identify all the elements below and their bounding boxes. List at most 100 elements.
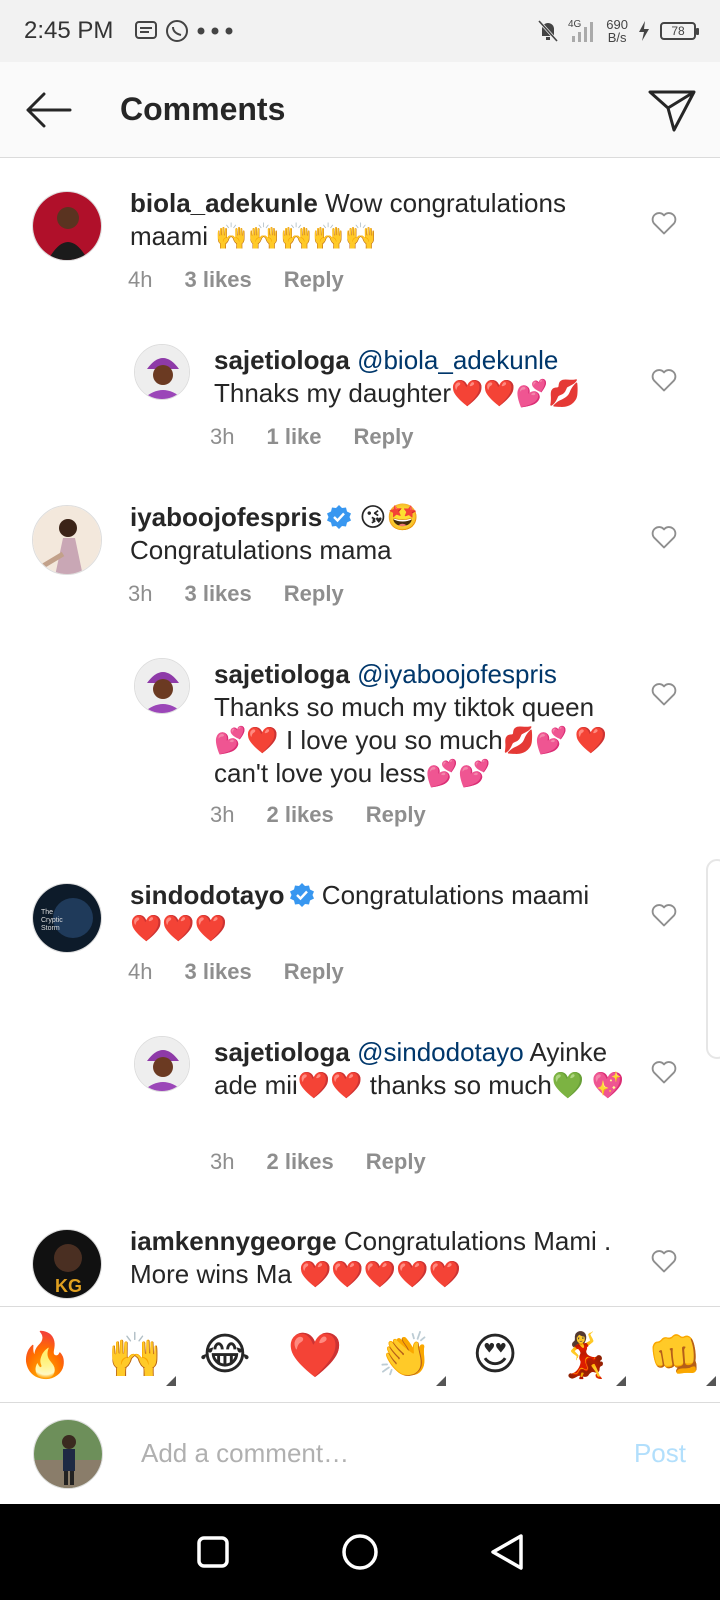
- more-dots-icon: [197, 27, 233, 35]
- comment-likes[interactable]: 3 likes: [184, 267, 251, 293]
- skin-tone-indicator-icon: [166, 1375, 176, 1386]
- signal-icon: 4G: [568, 18, 596, 44]
- post-button[interactable]: Post: [634, 1438, 686, 1469]
- emoji-heart-eyes-button[interactable]: 😍: [460, 1320, 530, 1390]
- comment-text: sajetiologa @iyaboojofespris Thanks so m…: [214, 658, 624, 790]
- mention-link[interactable]: @iyaboojofespris: [357, 659, 557, 689]
- avatar[interactable]: [32, 191, 102, 261]
- comment-text: biola_adekunle Wow congratulations maami…: [130, 187, 624, 253]
- direct-send-icon: [648, 90, 696, 131]
- comment-meta: 3h 1 like Reply: [210, 424, 413, 450]
- emoji-raised-hands-button[interactable]: 🙌: [100, 1320, 176, 1390]
- comments-list[interactable]: biola_adekunle Wow congratulations maami…: [0, 159, 720, 1306]
- skin-tone-indicator-icon: [436, 1375, 446, 1386]
- charging-icon: [638, 21, 650, 41]
- emoji-fire-button[interactable]: 🔥: [10, 1320, 80, 1390]
- reply-button[interactable]: Reply: [284, 959, 344, 985]
- avatar[interactable]: [134, 344, 190, 400]
- comment-username[interactable]: sindodotayo: [130, 880, 285, 910]
- comment-meta: 3h 2 likes Reply: [210, 802, 426, 828]
- like-heart-icon[interactable]: [650, 366, 678, 394]
- comments-header: Comments: [0, 62, 720, 158]
- reply-button[interactable]: Reply: [354, 424, 414, 450]
- svg-text:Storm: Storm: [41, 925, 60, 932]
- svg-text:Cryptic: Cryptic: [41, 917, 63, 924]
- comment-text: sajetiologa @sindodotayo Ayinke ade mii❤…: [214, 1036, 624, 1102]
- home-button[interactable]: [336, 1528, 384, 1576]
- reply-button[interactable]: Reply: [284, 267, 344, 293]
- emoji-fist-glyph: 👊: [647, 1329, 703, 1381]
- my-avatar: [33, 1418, 103, 1489]
- comment-time: 3h: [210, 424, 235, 449]
- edge-panel-handle[interactable]: [706, 859, 720, 1059]
- comment-likes[interactable]: 1 like: [266, 424, 321, 450]
- recents-square-icon: [197, 1536, 230, 1568]
- comment-time: 3h: [210, 802, 235, 827]
- comment-username[interactable]: biola_adekunle: [130, 188, 318, 218]
- avatar[interactable]: [134, 658, 190, 714]
- emoji-clap-glyph: 👏: [377, 1329, 433, 1381]
- comment-content: Thanks so much my tiktok queen 💕❤️ I lov…: [214, 692, 608, 788]
- back-button[interactable]: [0, 62, 96, 158]
- comment-username[interactable]: sajetiologa: [214, 345, 350, 375]
- comment-emojis: 😘🤩: [359, 502, 419, 532]
- comment-text: sindodotayo Congratulations maami ❤️❤️❤️: [130, 879, 624, 945]
- comment-likes[interactable]: 2 likes: [266, 802, 333, 828]
- svg-text:KG: KG: [55, 1276, 82, 1296]
- comment-username[interactable]: iyaboojofespris: [130, 502, 322, 532]
- battery-indicator: 78: [660, 22, 699, 40]
- reply-button[interactable]: Reply: [366, 1149, 426, 1175]
- emoji-fist-button[interactable]: 👊: [640, 1320, 716, 1390]
- comment-time: 3h: [210, 1149, 235, 1174]
- comment-time: 3h: [128, 581, 153, 606]
- reply-button[interactable]: Reply: [366, 802, 426, 828]
- skin-tone-indicator-icon: [616, 1375, 626, 1386]
- comment-meta: 3h 3 likes Reply: [128, 581, 344, 607]
- avatar[interactable]: KG: [32, 1229, 102, 1299]
- like-heart-icon[interactable]: [650, 1247, 678, 1275]
- emoji-heart-button[interactable]: ❤️: [280, 1320, 350, 1390]
- comment-text: iyaboojofespris 😘🤩 Congratulations mama: [130, 501, 624, 567]
- back-nav-button[interactable]: [483, 1528, 531, 1576]
- verified-badge-icon: [327, 505, 352, 529]
- emoji-clap-button[interactable]: 👏: [370, 1320, 446, 1390]
- avatar[interactable]: [134, 1036, 190, 1092]
- comment-likes[interactable]: 2 likes: [266, 1149, 333, 1175]
- comment-meta: 3h 2 likes Reply: [210, 1149, 426, 1175]
- like-heart-icon[interactable]: [650, 1058, 678, 1086]
- comment-username[interactable]: sajetiologa: [214, 659, 350, 689]
- home-circle-icon: [342, 1534, 378, 1570]
- comment-likes[interactable]: 3 likes: [184, 581, 251, 607]
- comment-input[interactable]: [141, 1438, 634, 1469]
- emoji-dancer-glyph: 💃: [557, 1329, 613, 1381]
- comment-username[interactable]: iamkennygeorge: [130, 1226, 337, 1256]
- mention-link[interactable]: @biola_adekunle: [357, 345, 558, 375]
- comment-meta: 4h 3 likes Reply: [128, 267, 344, 293]
- comment-meta: 4h 3 likes Reply: [128, 959, 344, 985]
- comment-text: sajetiologa @biola_adekunle Thnaks my da…: [214, 344, 624, 410]
- recents-button[interactable]: [189, 1528, 237, 1576]
- comment-time: 4h: [128, 959, 153, 984]
- avatar[interactable]: The Cryptic Storm: [32, 883, 102, 953]
- back-triangle-icon: [490, 1534, 523, 1570]
- emoji-dancer-button[interactable]: 💃: [550, 1320, 626, 1390]
- skin-tone-indicator-icon: [706, 1375, 716, 1386]
- system-navigation-bar: [0, 1504, 720, 1600]
- comment-likes[interactable]: 3 likes: [184, 959, 251, 985]
- page-title: Comments: [120, 91, 286, 127]
- emoji-laughing-button[interactable]: 😂: [190, 1320, 260, 1390]
- comment-content: Congratulations mama: [130, 535, 392, 565]
- avatar[interactable]: [32, 505, 102, 575]
- like-heart-icon[interactable]: [650, 901, 678, 929]
- emoji-quick-bar: 🔥 🙌 😂 ❤️ 👏 😍 💃 👊: [0, 1306, 720, 1402]
- like-heart-icon[interactable]: [650, 209, 678, 237]
- like-heart-icon[interactable]: [650, 523, 678, 551]
- mention-link[interactable]: @sindodotayo: [357, 1037, 524, 1067]
- verified-badge-icon: [289, 883, 314, 907]
- comment-text: iamkennygeorge Congratulations Mami . Mo…: [130, 1225, 624, 1291]
- comment-username[interactable]: sajetiologa: [214, 1037, 350, 1067]
- like-heart-icon[interactable]: [650, 680, 678, 708]
- reply-button[interactable]: Reply: [284, 581, 344, 607]
- share-button[interactable]: [624, 62, 720, 158]
- back-arrow-icon: [26, 92, 72, 127]
